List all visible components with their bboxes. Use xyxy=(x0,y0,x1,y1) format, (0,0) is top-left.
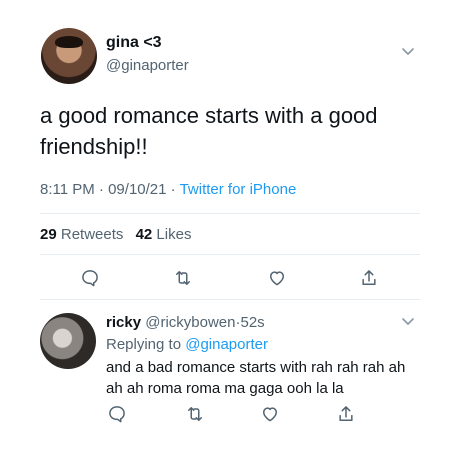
retweets-label: Retweets xyxy=(60,226,124,243)
tweet-actions xyxy=(0,267,460,289)
divider xyxy=(40,213,420,214)
reply-handle[interactable]: @rickybowen xyxy=(145,314,235,331)
like-button[interactable] xyxy=(266,267,288,289)
retweets-stat[interactable]: 29 Retweets xyxy=(40,226,123,243)
like-button[interactable] xyxy=(259,403,281,425)
retweet-button[interactable] xyxy=(184,403,206,425)
divider xyxy=(40,299,420,300)
likes-label: Likes xyxy=(156,226,192,243)
heart-icon xyxy=(270,271,284,286)
meta-separator: · xyxy=(98,181,104,198)
reply-actions xyxy=(0,403,460,425)
retweet-icon xyxy=(176,271,190,285)
likes-stat[interactable]: 42 Likes xyxy=(136,226,192,243)
reply-display-name[interactable]: ricky xyxy=(106,314,141,331)
reply-button[interactable] xyxy=(79,267,101,289)
reply-text: and a bad romance starts with rah rah ra… xyxy=(106,359,406,397)
divider xyxy=(40,254,420,255)
avatar[interactable] xyxy=(41,28,97,84)
share-button[interactable] xyxy=(358,267,380,289)
reply-header: ricky @rickybowen·52s xyxy=(106,314,265,331)
chevron-down-icon[interactable] xyxy=(401,317,415,327)
share-icon xyxy=(339,406,353,421)
meta-separator: · xyxy=(170,181,176,198)
retweet-button[interactable] xyxy=(172,267,194,289)
tweet-time[interactable]: 8:11 PM xyxy=(40,181,95,198)
share-button[interactable] xyxy=(335,403,357,425)
reply-button[interactable] xyxy=(106,403,128,425)
reply-icon xyxy=(109,406,125,423)
tweet-meta: 8:11 PM · 09/10/21 · Twitter for iPhone xyxy=(40,181,296,198)
likes-count: 42 xyxy=(135,226,153,243)
reply-avatar[interactable] xyxy=(40,313,96,369)
retweet-icon xyxy=(188,407,202,421)
retweets-count: 29 xyxy=(40,226,57,243)
reply-time[interactable]: 52s xyxy=(240,314,264,331)
share-icon xyxy=(362,270,376,285)
replying-mention[interactable]: @ginaporter xyxy=(185,336,268,353)
tweet-date[interactable]: 09/10/21 xyxy=(108,181,166,198)
tweet-source[interactable]: Twitter for iPhone xyxy=(180,181,297,198)
replying-prefix: Replying to xyxy=(106,336,182,353)
chevron-down-icon[interactable] xyxy=(401,47,415,57)
tweet-text: a good romance starts with a good friend… xyxy=(40,103,378,159)
user-handle[interactable]: @ginaporter xyxy=(106,57,189,74)
reply-icon xyxy=(82,270,98,287)
heart-icon xyxy=(263,407,277,422)
replying-to: Replying to @ginaporter xyxy=(106,336,268,353)
tweet-stats: 29 Retweets 42 Likes xyxy=(40,226,191,243)
display-name[interactable]: gina <3 xyxy=(106,34,162,52)
